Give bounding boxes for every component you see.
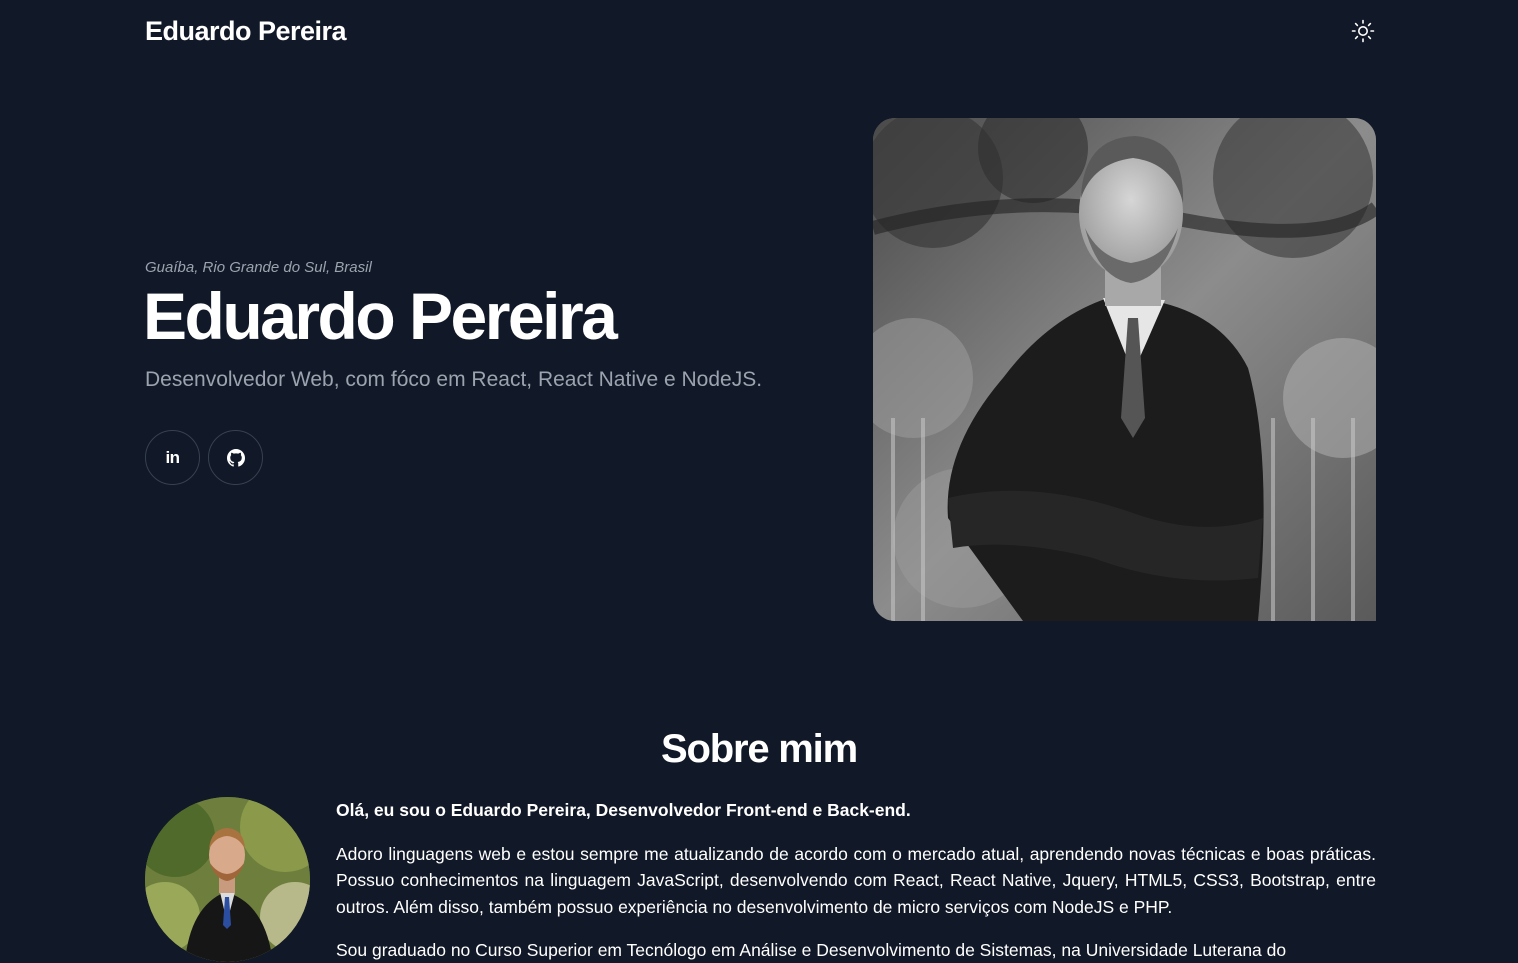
github-button[interactable] [208,430,263,485]
hero-location: Guaíba, Rio Grande do Sul, Brasil [145,259,372,276]
hero-portrait-photo [873,118,1376,621]
github-icon [226,448,245,467]
page: Eduardo Pereira Guaíba, Rio Grande do Su… [0,0,1518,963]
linkedin-button[interactable]: in [145,430,200,485]
about-intro: Olá, eu sou o Eduardo Pereira, Desenvolv… [336,800,911,820]
site-title[interactable]: Eduardo Pereira [145,14,347,48]
hero-role: Desenvolvedor Web, com fóco em React, Re… [145,368,763,391]
sun-icon [1351,19,1375,43]
about-text: Olá, eu sou o Eduardo Pereira, Desenvolv… [336,797,1376,963]
about-paragraph-2: Sou graduado no Curso Superior em Tecnól… [336,940,1287,960]
linkedin-icon: in [165,447,180,467]
theme-toggle-button[interactable] [1348,16,1378,46]
about-paragraph-1: Adoro linguagens web e estou sempre me a… [336,843,1376,917]
about-title: Sobre mim [661,727,858,771]
hero-name: Eduardo Pereira [143,279,618,353]
about-avatar-photo [145,797,310,962]
